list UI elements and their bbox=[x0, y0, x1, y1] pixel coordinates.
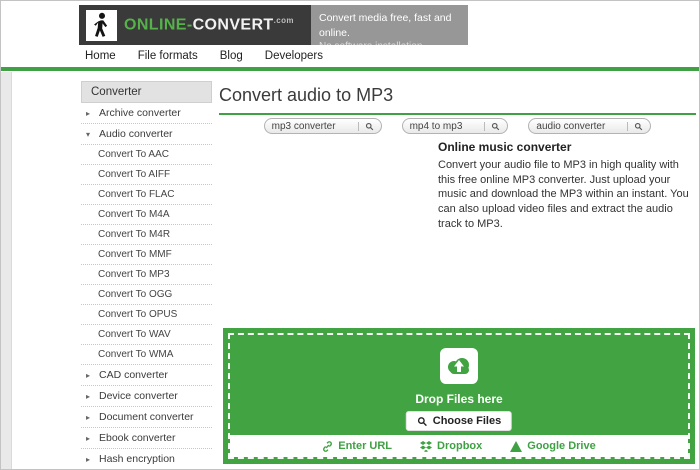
chevron-right-icon: ▸ bbox=[86, 391, 91, 401]
choose-files-button[interactable]: Choose Files bbox=[405, 411, 513, 431]
sidebar-item-convert-to-mp3[interactable]: Convert To MP3 bbox=[81, 265, 212, 285]
sidebar-item-label: Audio converter bbox=[99, 128, 173, 140]
sidebar-item-label: Device converter bbox=[99, 390, 178, 402]
sidebar-item-convert-to-wav[interactable]: Convert To WAV bbox=[81, 325, 212, 345]
google-drive-label: Google Drive bbox=[527, 440, 596, 452]
tag-audio-converter[interactable]: audio converter bbox=[528, 118, 652, 134]
sidebar-item-convert-to-wma[interactable]: Convert To WMA bbox=[81, 345, 212, 365]
tag-label: audio converter bbox=[536, 120, 606, 132]
sidebar-item-ebook-converter[interactable]: ▸ Ebook converter bbox=[81, 428, 212, 449]
search-icon bbox=[417, 416, 428, 427]
tag-mp4-to-mp3[interactable]: mp4 to mp3 bbox=[401, 118, 509, 134]
sidebar-item-label: Document converter bbox=[99, 411, 194, 423]
sidebar-item-convert-to-mmf[interactable]: Convert To MMF bbox=[81, 245, 212, 265]
sidebar-item-convert-to-m4r[interactable]: Convert To M4R bbox=[81, 225, 212, 245]
google-drive-link[interactable]: Google Drive bbox=[510, 440, 596, 452]
sidebar-item-convert-to-aiff[interactable]: Convert To AIFF bbox=[81, 165, 212, 185]
sidebar-item-label: Hash encryption bbox=[99, 453, 175, 465]
file-dropzone[interactable]: Drop Files here Choose Files Enter URL D… bbox=[223, 328, 695, 464]
sidebar-header: Converter bbox=[81, 81, 212, 103]
tagline-line1: Convert media free, fast and online. bbox=[319, 12, 452, 39]
title-divider bbox=[219, 113, 696, 115]
upload-sources: Enter URL Dropbox Google Drive bbox=[230, 435, 688, 457]
sidebar-item-label: Ebook converter bbox=[99, 432, 176, 444]
sidebar-item-hash-encryption[interactable]: ▸ Hash encryption bbox=[81, 449, 212, 469]
tag-label: mp3 converter bbox=[271, 120, 336, 132]
sidebar-item-convert-to-ogg[interactable]: Convert To OGG bbox=[81, 285, 212, 305]
nav-item-home[interactable]: Home bbox=[85, 50, 116, 62]
link-icon bbox=[322, 440, 333, 452]
nav-item-developers[interactable]: Developers bbox=[265, 50, 323, 62]
nav-item-blog[interactable]: Blog bbox=[220, 50, 243, 62]
sidebar-item-convert-to-m4a[interactable]: Convert To M4A bbox=[81, 205, 212, 225]
page-title: Convert audio to MP3 bbox=[219, 85, 394, 105]
nav-item-file-formats[interactable]: File formats bbox=[138, 50, 198, 62]
left-gutter bbox=[1, 72, 12, 469]
main-nav: Home File formats Blog Developers bbox=[1, 45, 699, 71]
chevron-down-icon: ▾ bbox=[86, 129, 91, 139]
header: ONLINE-CONVERT.com Convert media free, f… bbox=[79, 5, 468, 66]
sidebar-item-document-converter[interactable]: ▸ Document converter bbox=[81, 407, 212, 428]
chevron-right-icon: ▸ bbox=[86, 108, 91, 118]
tag-label: mp4 to mp3 bbox=[409, 120, 463, 132]
sidebar-item-audio-converter[interactable]: ▾ Audio converter bbox=[81, 124, 212, 145]
search-icon bbox=[627, 121, 643, 131]
chevron-right-icon: ▸ bbox=[86, 433, 91, 443]
sidebar: Converter ▸ Archive converter ▾ Audio co… bbox=[81, 81, 212, 469]
choose-files-label: Choose Files bbox=[432, 415, 502, 427]
logo-online: ONLINE- bbox=[124, 16, 193, 34]
dropbox-link[interactable]: Dropbox bbox=[420, 440, 482, 452]
person-logo-icon bbox=[86, 9, 117, 41]
sidebar-item-device-converter[interactable]: ▸ Device converter bbox=[81, 386, 212, 407]
search-icon bbox=[357, 121, 374, 131]
google-drive-icon bbox=[510, 440, 523, 452]
sidebar-item-convert-to-opus[interactable]: Convert To OPUS bbox=[81, 305, 212, 325]
sidebar-item-cad-converter[interactable]: ▸ CAD converter bbox=[81, 365, 212, 386]
logo-text: ONLINE-CONVERT.com bbox=[124, 16, 294, 34]
dropbox-label: Dropbox bbox=[437, 440, 483, 452]
enter-url-link[interactable]: Enter URL bbox=[322, 440, 392, 452]
tag-mp3-converter[interactable]: mp3 converter bbox=[263, 118, 382, 134]
dropbox-icon bbox=[420, 440, 433, 452]
chevron-right-icon: ▸ bbox=[86, 412, 91, 422]
upload-cloud-icon bbox=[440, 348, 478, 384]
sidebar-item-convert-to-flac[interactable]: Convert To FLAC bbox=[81, 185, 212, 205]
related-search-tags: mp3 converter mp4 to mp3 audio converter bbox=[219, 118, 696, 134]
sidebar-item-label: Archive converter bbox=[99, 107, 181, 119]
section-description: Convert your audio file to MP3 in high q… bbox=[438, 159, 689, 230]
logo-com: .com bbox=[273, 15, 294, 25]
chevron-right-icon: ▸ bbox=[86, 370, 91, 380]
header-tagline: Convert media free, fast and online. No … bbox=[311, 5, 468, 66]
page: ONLINE-CONVERT.com Convert media free, f… bbox=[0, 0, 700, 470]
search-icon bbox=[484, 121, 500, 131]
chevron-right-icon: ▸ bbox=[86, 454, 91, 464]
drop-files-label: Drop Files here bbox=[415, 392, 503, 406]
sidebar-item-archive-converter[interactable]: ▸ Archive converter bbox=[81, 103, 212, 124]
logo-link[interactable]: ONLINE-CONVERT.com bbox=[79, 5, 311, 45]
sidebar-item-label: CAD converter bbox=[99, 369, 168, 381]
enter-url-label: Enter URL bbox=[338, 440, 393, 452]
sidebar-item-convert-to-aac[interactable]: Convert To AAC bbox=[81, 145, 212, 165]
logo-convert: CONVERT bbox=[192, 16, 274, 34]
section-heading: Online music converter bbox=[438, 140, 572, 154]
